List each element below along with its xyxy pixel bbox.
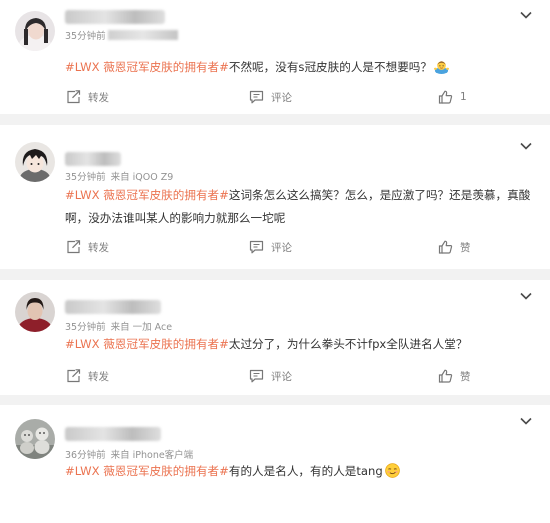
repost-label: 转发 (88, 91, 109, 104)
comment-card: 35分钟前 来自 iQOO Z9 #LWX 薇恩冠军皮肤的拥有者#这词条怎么这么搞… (0, 125, 550, 269)
hashtag-link[interactable]: #LWX 薇恩冠军皮肤的拥有者# (65, 464, 229, 478)
repost-icon (66, 369, 88, 383)
comment-body: 太过分了，为什么拳头不计fpx全队进名人堂？ (228, 337, 468, 351)
shrug-emoji (434, 59, 449, 74)
chevron-down-icon[interactable] (520, 10, 532, 20)
comment-card: 35分钟前 #LWX 薇恩冠军皮肤的拥有者#不然呢，没有s冠皮肤的人是不想要吗？… (0, 0, 550, 114)
comment-icon (249, 90, 271, 104)
chevron-down-icon[interactable] (520, 416, 532, 426)
action-bar: 转发 评论 1 (0, 87, 550, 107)
username[interactable] (65, 152, 121, 166)
action-bar: 转发 评论 赞 (0, 366, 550, 386)
like-button[interactable]: 赞 (438, 366, 471, 386)
username[interactable] (65, 427, 161, 441)
chevron-down-icon[interactable] (520, 291, 532, 301)
repost-icon (66, 90, 88, 104)
like-label: 赞 (460, 370, 471, 383)
repost-button[interactable]: 转发 (66, 366, 109, 386)
username[interactable] (65, 10, 165, 24)
repost-button[interactable]: 转发 (66, 87, 109, 107)
avatar[interactable] (15, 11, 55, 51)
avatar[interactable] (15, 292, 55, 332)
avatar[interactable] (15, 419, 55, 459)
post-meta: 35分钟前 (65, 28, 178, 42)
comment-button[interactable]: 评论 (249, 87, 292, 107)
comment-text: #LWX 薇恩冠军皮肤的拥有者#这词条怎么这么搞笑？怎么，是应激了吗？还是羡慕，… (65, 184, 534, 230)
like-count: 1 (460, 91, 467, 103)
comment-label: 评论 (271, 91, 292, 104)
comment-text: #LWX 薇恩冠军皮肤的拥有者#不然呢，没有s冠皮肤的人是不想要吗？ (65, 56, 534, 79)
like-button[interactable]: 赞 (438, 237, 471, 257)
hashtag-link[interactable]: #LWX 薇恩冠军皮肤的拥有者# (65, 188, 229, 202)
post-time: 35分钟前 (65, 31, 106, 42)
repost-label: 转发 (88, 370, 109, 383)
post-meta: 35分钟前 来自 一加 Ace (65, 319, 172, 333)
comment-button[interactable]: 评论 (249, 366, 292, 386)
repost-label: 转发 (88, 241, 109, 254)
like-button[interactable]: 1 (438, 87, 467, 107)
comment-feed: 35分钟前 #LWX 薇恩冠军皮肤的拥有者#不然呢，没有s冠皮肤的人是不想要吗？… (0, 0, 550, 523)
smirk-emoji (384, 463, 400, 478)
repost-button[interactable]: 转发 (66, 237, 109, 257)
thumbs-up-icon (438, 240, 460, 254)
comment-body: 不然呢，没有s冠皮肤的人是不想要吗？ (228, 60, 432, 74)
hashtag-link[interactable]: #LWX 薇恩冠军皮肤的拥有者# (65, 337, 229, 351)
action-bar: 转发 评论 赞 (0, 237, 550, 257)
post-source: 来自 一加 Ace (110, 322, 173, 333)
post-meta: 36分钟前 来自 iPhone客户端 (65, 447, 193, 461)
post-source: 来自 iQOO Z9 (110, 172, 174, 183)
comment-card: 36分钟前 来自 iPhone客户端 #LWX 薇恩冠军皮肤的拥有者#有的人是名人… (0, 405, 550, 523)
thumbs-up-icon (438, 90, 460, 104)
comment-card: 35分钟前 来自 一加 Ace #LWX 薇恩冠军皮肤的拥有者#太过分了，为什么拳… (0, 280, 550, 395)
like-label: 赞 (460, 241, 471, 254)
source-blurred (107, 30, 178, 40)
comment-body: 有的人是名人，有的人是tang (228, 464, 383, 478)
post-time: 35分钟前 (65, 322, 106, 333)
comment-button[interactable]: 评论 (249, 237, 292, 257)
repost-icon (66, 240, 88, 254)
chevron-down-icon[interactable] (520, 141, 532, 151)
comment-label: 评论 (271, 241, 292, 254)
post-meta: 35分钟前 来自 iQOO Z9 (65, 169, 173, 183)
username[interactable] (65, 300, 161, 314)
thumbs-up-icon (438, 369, 460, 383)
comment-icon (249, 240, 271, 254)
comment-text: #LWX 薇恩冠军皮肤的拥有者#太过分了，为什么拳头不计fpx全队进名人堂？ (65, 333, 534, 356)
comment-icon (249, 369, 271, 383)
comment-text: #LWX 薇恩冠军皮肤的拥有者#有的人是名人，有的人是tang (65, 460, 534, 483)
avatar[interactable] (15, 142, 55, 182)
hashtag-link[interactable]: #LWX 薇恩冠军皮肤的拥有者# (65, 60, 229, 74)
comment-label: 评论 (271, 370, 292, 383)
post-time: 35分钟前 (65, 172, 106, 183)
